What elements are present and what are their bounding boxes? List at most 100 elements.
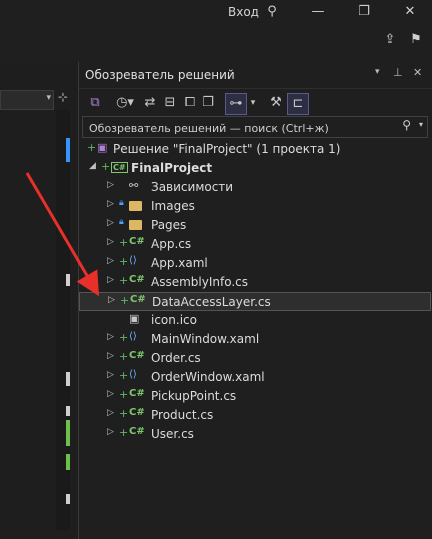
- tree-item[interactable]: ▷ + C# AssemblyInfo.cs: [79, 273, 431, 292]
- added-icon: +: [119, 426, 129, 439]
- show-all-icon[interactable]: ⧠: [181, 93, 199, 113]
- tree-item-label: Images: [151, 199, 195, 213]
- xaml-file-icon: ⟨⟩: [129, 255, 137, 266]
- expand-arrow-icon[interactable]: ▷: [107, 218, 117, 228]
- expand-arrow-icon[interactable]: ▷: [107, 180, 117, 190]
- tree-item[interactable]: ▷ + ⟨⟩ OrderWindow.xaml: [79, 368, 431, 387]
- scroll-marker: [66, 454, 70, 470]
- added-icon: +: [101, 160, 111, 173]
- scroll-marker: [66, 406, 70, 416]
- pending-changes-icon[interactable]: ⊶: [225, 93, 247, 115]
- split-icon[interactable]: ⊹: [58, 90, 68, 104]
- tree-item-label: Зависимости: [151, 180, 234, 194]
- account-icon[interactable]: ⚲: [258, 4, 286, 19]
- collapse-icon[interactable]: ⊟: [161, 93, 179, 113]
- minimize-icon[interactable]: —: [304, 4, 332, 19]
- expand-arrow-icon[interactable]: ▷: [107, 370, 117, 380]
- tree-item[interactable]: ▷ + C# Order.cs: [79, 349, 431, 368]
- solution-explorer: Обозреватель решений ▾ ⊥ ✕ ⧉ ◷▾ ⇄ ⊟ ⧠ ❐ …: [78, 62, 432, 539]
- tree-item[interactable]: ▷ + ⟨⟩ MainWindow.xaml: [79, 330, 431, 349]
- folder-icon: [129, 201, 142, 214]
- panel-menu-icon[interactable]: ▾: [375, 67, 380, 77]
- pin-icon[interactable]: ⊥: [393, 66, 403, 79]
- copy-icon[interactable]: ❐: [199, 93, 217, 113]
- search-icon[interactable]: ⚲: [402, 118, 411, 132]
- preview-icon[interactable]: ⊏: [287, 93, 309, 115]
- tree-item[interactable]: ▷ + C# PickupPoint.cs: [79, 387, 431, 406]
- tree-item[interactable]: ▷ + C# App.cs: [79, 235, 431, 254]
- expand-arrow-icon[interactable]: ▷: [107, 256, 117, 266]
- close-icon[interactable]: ✕: [396, 4, 424, 19]
- tree-solution[interactable]: + ▣ Решение "FinalProject" (1 проекта 1): [79, 140, 431, 159]
- expanded-icon[interactable]: ◢: [89, 161, 99, 171]
- lock-icon: 🔒︎: [119, 217, 124, 227]
- dependencies-icon: ⚯: [129, 179, 139, 192]
- added-icon: +: [119, 236, 129, 249]
- csharp-file-icon: C#: [129, 350, 145, 361]
- sync-icon[interactable]: ⇄: [141, 93, 159, 113]
- history-icon[interactable]: ◷▾: [113, 93, 137, 113]
- search-input[interactable]: [87, 118, 391, 138]
- restore-icon[interactable]: ❐: [350, 4, 378, 19]
- expand-arrow-icon[interactable]: ▷: [107, 408, 117, 418]
- vs-switch-icon[interactable]: ⧉: [85, 93, 105, 113]
- search-options-icon[interactable]: ▾: [419, 120, 423, 129]
- tree-project[interactable]: ◢ + C# FinalProject: [79, 159, 431, 178]
- tree-item[interactable]: ▷ 🔒︎ Images: [79, 197, 431, 216]
- csharp-file-icon: C#: [129, 407, 145, 418]
- tree-item-label: Product.cs: [151, 408, 214, 422]
- tree-item-label: Pages: [151, 218, 187, 232]
- panel-toolbar: ⧉ ◷▾ ⇄ ⊟ ⧠ ❐ ⊶ ▾ ⚒ ⊏: [79, 89, 432, 117]
- tree-item[interactable]: ▣ icon.ico: [79, 311, 431, 330]
- xaml-file-icon: ⟨⟩: [129, 369, 137, 380]
- tree-item[interactable]: ▷ + C# DataAccessLayer.cs: [79, 292, 431, 311]
- solution-label: Решение "FinalProject" (1 проекта 1): [113, 142, 341, 156]
- tree-item-label: App.xaml: [151, 256, 208, 270]
- expand-arrow-icon[interactable]: ▷: [107, 427, 117, 437]
- added-icon: +: [119, 274, 129, 287]
- expand-arrow-icon[interactable]: ▷: [107, 389, 117, 399]
- login-label[interactable]: Вход: [228, 5, 259, 19]
- panel-header: Обозреватель решений ▾ ⊥ ✕: [79, 62, 432, 89]
- expand-arrow-icon[interactable]: ▷: [108, 295, 118, 305]
- scroll-marker: [66, 494, 70, 504]
- expand-arrow-icon[interactable]: ▷: [107, 351, 117, 361]
- lock-icon: 🔒︎: [119, 198, 124, 208]
- tree-item[interactable]: ▷ + C# Product.cs: [79, 406, 431, 425]
- feedback-icon[interactable]: ⚑: [402, 32, 430, 47]
- expand-arrow-icon[interactable]: ▷: [107, 332, 117, 342]
- pending-dropdown-icon[interactable]: ▾: [247, 93, 259, 113]
- added-icon: +: [119, 331, 129, 344]
- editor-combo[interactable]: ▾: [0, 90, 54, 110]
- expand-arrow-icon[interactable]: ▷: [107, 199, 117, 209]
- expand-arrow-icon[interactable]: ▷: [107, 237, 117, 247]
- tree-item-label: DataAccessLayer.cs: [152, 295, 271, 309]
- tree-item[interactable]: ▷ + C# User.cs: [79, 425, 431, 444]
- folder-icon: [129, 220, 142, 233]
- xaml-file-icon: ⟨⟩: [129, 331, 137, 342]
- csharp-project-icon: C#: [111, 162, 128, 173]
- tree-item-label: App.cs: [151, 237, 192, 251]
- tree-item[interactable]: ▷ + ⟨⟩ App.xaml: [79, 254, 431, 273]
- added-icon: +: [119, 369, 129, 382]
- csharp-file-icon: C#: [129, 236, 145, 247]
- added-icon: +: [87, 141, 97, 154]
- title-bar: Вход ⚲ — ❐ ✕: [0, 0, 432, 28]
- added-icon: +: [119, 388, 129, 401]
- tree-item[interactable]: ▷ ⚯ Зависимости: [79, 178, 431, 197]
- added-icon: +: [119, 407, 129, 420]
- scroll-marker: [66, 274, 70, 286]
- editor-pane: ▾ ⊹: [0, 62, 78, 539]
- close-panel-icon[interactable]: ✕: [413, 66, 422, 79]
- expand-arrow-icon[interactable]: ▷: [107, 275, 117, 285]
- solution-icon: ▣: [97, 141, 108, 154]
- added-icon: +: [119, 350, 129, 363]
- csharp-file-icon: C#: [129, 274, 145, 285]
- tree-item-label: PickupPoint.cs: [151, 389, 237, 403]
- properties-icon[interactable]: ⚒: [267, 93, 285, 113]
- search-box[interactable]: ⚲ ▾: [82, 116, 428, 138]
- tree-item[interactable]: ▷ 🔒︎ Pages: [79, 216, 431, 235]
- csharp-file-icon: C#: [129, 388, 145, 399]
- tree-item-label: OrderWindow.xaml: [151, 370, 265, 384]
- share-icon[interactable]: ⇪: [376, 32, 404, 47]
